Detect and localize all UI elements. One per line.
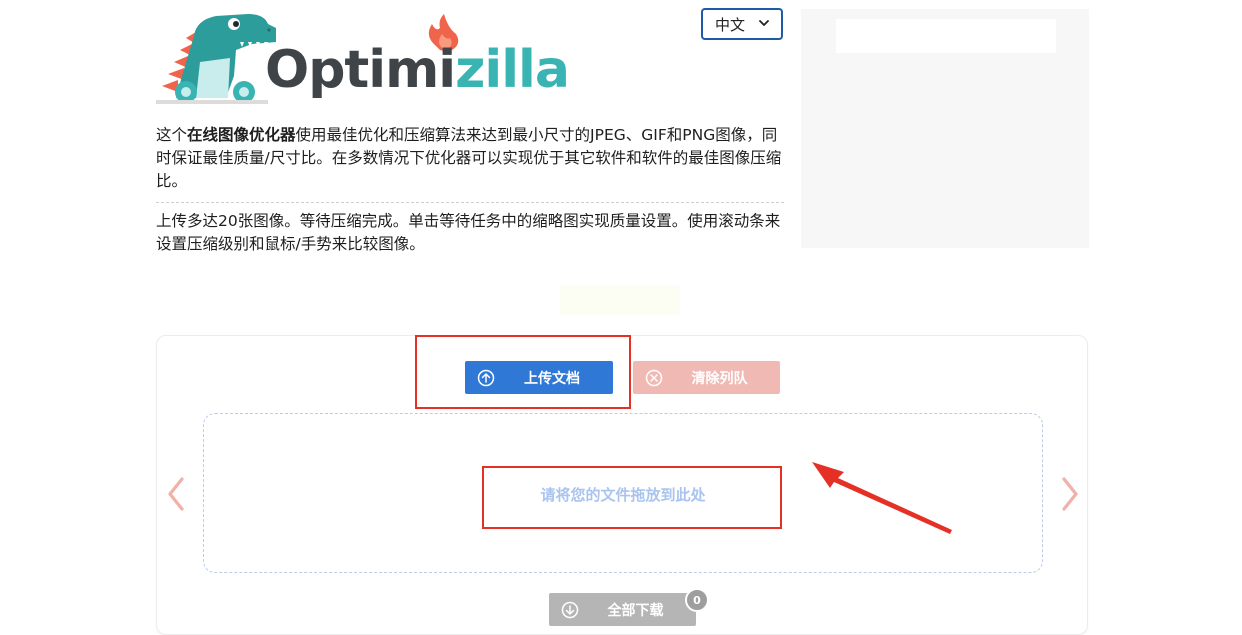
chevron-right-icon[interactable] [1060,476,1080,512]
divider [156,202,784,203]
close-circle-icon [645,369,663,387]
language-selected-value: 中文 [715,15,746,34]
language-select[interactable]: 中文 [701,8,783,40]
intro-bold-term: 在线图像优化器 [187,126,296,144]
intro-prefix: 这个 [156,126,188,144]
chevron-left-icon[interactable] [166,476,186,512]
ad-inner-placeholder [836,19,1056,53]
chevron-down-icon [759,20,769,26]
annotation-box-drop [482,466,782,529]
logo-wordmark-part-1: Optimi [265,40,456,100]
intro-paragraph: 这个在线图像优化器使用最佳优化和压缩算法来达到最小尺寸的JPEG、GIF和PNG… [156,124,786,193]
logo-wordmark-part-2: zilla [455,40,570,100]
download-all-button[interactable]: 全部下载 [549,593,696,626]
annotation-box-upload [415,335,631,409]
download-count-badge: 0 [685,588,709,612]
faint-highlight [560,285,680,315]
instructions-paragraph: 上传多达20张图像。等待压缩完成。单击等待任务中的缩略图实现质量设置。使用滚动条… [156,212,781,253]
annotation-arrow-icon [812,462,952,534]
clear-queue-button[interactable]: 清除列队 [633,361,780,394]
arrow-down-circle-icon [561,601,579,619]
logo-wordmark: Optimizilla [265,40,570,100]
